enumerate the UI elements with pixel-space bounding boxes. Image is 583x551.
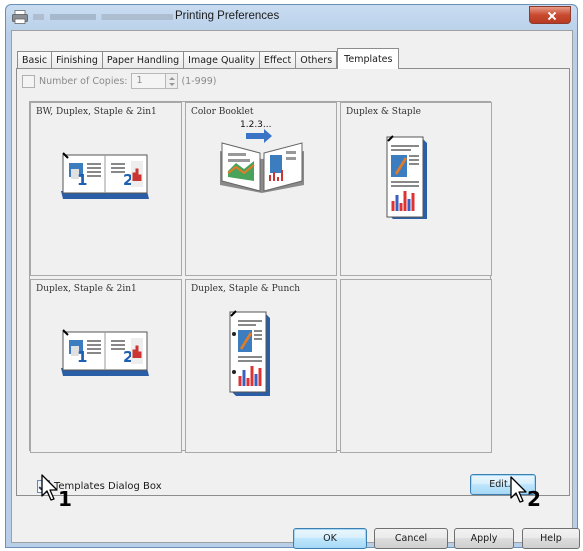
- duplex-2in1-landscape-icon: 1 2: [61, 329, 149, 376]
- title-bar: Printing Preferences: [6, 5, 577, 29]
- dialog-client-area: Basic Finishing Paper Handling Image Qua…: [11, 30, 580, 549]
- template-label: Duplex, Staple & Punch: [191, 284, 301, 294]
- template-duplex-staple[interactable]: Duplex & Staple: [340, 102, 492, 276]
- apply-button[interactable]: Apply: [454, 528, 514, 549]
- tab-strip: Basic Finishing Paper Handling Image Qua…: [17, 48, 400, 69]
- duplex-staple-portrait-icon: [386, 135, 427, 219]
- duplex-punch-portrait-icon: [229, 310, 270, 396]
- tab-others[interactable]: Others: [295, 51, 338, 69]
- templates-grid: BW, Duplex, Staple & 2in1 1 2 Color Book…: [29, 101, 492, 453]
- number-of-copies-label: Number of Copies:: [39, 75, 128, 87]
- tab-image-quality[interactable]: Image Quality: [183, 51, 260, 69]
- ok-button[interactable]: OK: [293, 528, 367, 549]
- booklet-page-order-text: 1.2.3...: [240, 120, 271, 130]
- template-bw-duplex-staple-2in1[interactable]: BW, Duplex, Staple & 2in1 1 2: [30, 102, 182, 276]
- step-2-callout: 2: [527, 487, 541, 511]
- template-duplex-staple-2in1[interactable]: Duplex, Staple & 2in1 1 2: [30, 279, 182, 453]
- tab-templates[interactable]: Templates: [337, 48, 400, 69]
- printing-preferences-window: Printing Preferences Basic Finishing Pap…: [5, 4, 580, 549]
- number-of-copies-row: Number of Copies: 1 (1-999): [22, 73, 217, 89]
- template-duplex-staple-punch[interactable]: Duplex, Staple & Punch: [185, 279, 337, 453]
- tab-paper-handling[interactable]: Paper Handling: [101, 51, 185, 69]
- duplex-2in1-landscape-icon: 1 2: [61, 152, 149, 199]
- close-button[interactable]: [529, 6, 571, 24]
- template-empty-slot: [340, 279, 492, 453]
- number-of-copies-input[interactable]: 1: [131, 73, 167, 89]
- tab-basic[interactable]: Basic: [17, 51, 53, 69]
- cancel-button[interactable]: Cancel: [374, 528, 448, 549]
- tab-effect[interactable]: Effect: [258, 51, 297, 69]
- copies-spinner-buttons[interactable]: [166, 73, 179, 89]
- template-label: Duplex & Staple: [346, 107, 421, 117]
- template-label: BW, Duplex, Staple & 2in1: [36, 107, 157, 117]
- svg-text:1: 1: [77, 171, 87, 189]
- tab-finishing[interactable]: Finishing: [51, 51, 103, 69]
- help-button[interactable]: Help: [522, 528, 580, 549]
- template-label: Duplex, Staple & 2in1: [36, 284, 137, 294]
- booklet-icon: 1.2.3...: [220, 120, 304, 193]
- blurred-title-prefix: [33, 14, 173, 20]
- number-of-copies-checkbox[interactable]: [22, 74, 35, 88]
- step-1-callout: 1: [58, 487, 72, 511]
- printer-icon: [12, 10, 28, 24]
- template-color-booklet[interactable]: Color Booklet 1.2.3...: [185, 102, 337, 276]
- templates-panel: Number of Copies: 1 (1-999) BW, Duplex, …: [16, 68, 570, 496]
- copies-range-text: (1-999): [181, 75, 217, 87]
- svg-text:1: 1: [77, 348, 87, 366]
- window-title: Printing Preferences: [175, 10, 280, 22]
